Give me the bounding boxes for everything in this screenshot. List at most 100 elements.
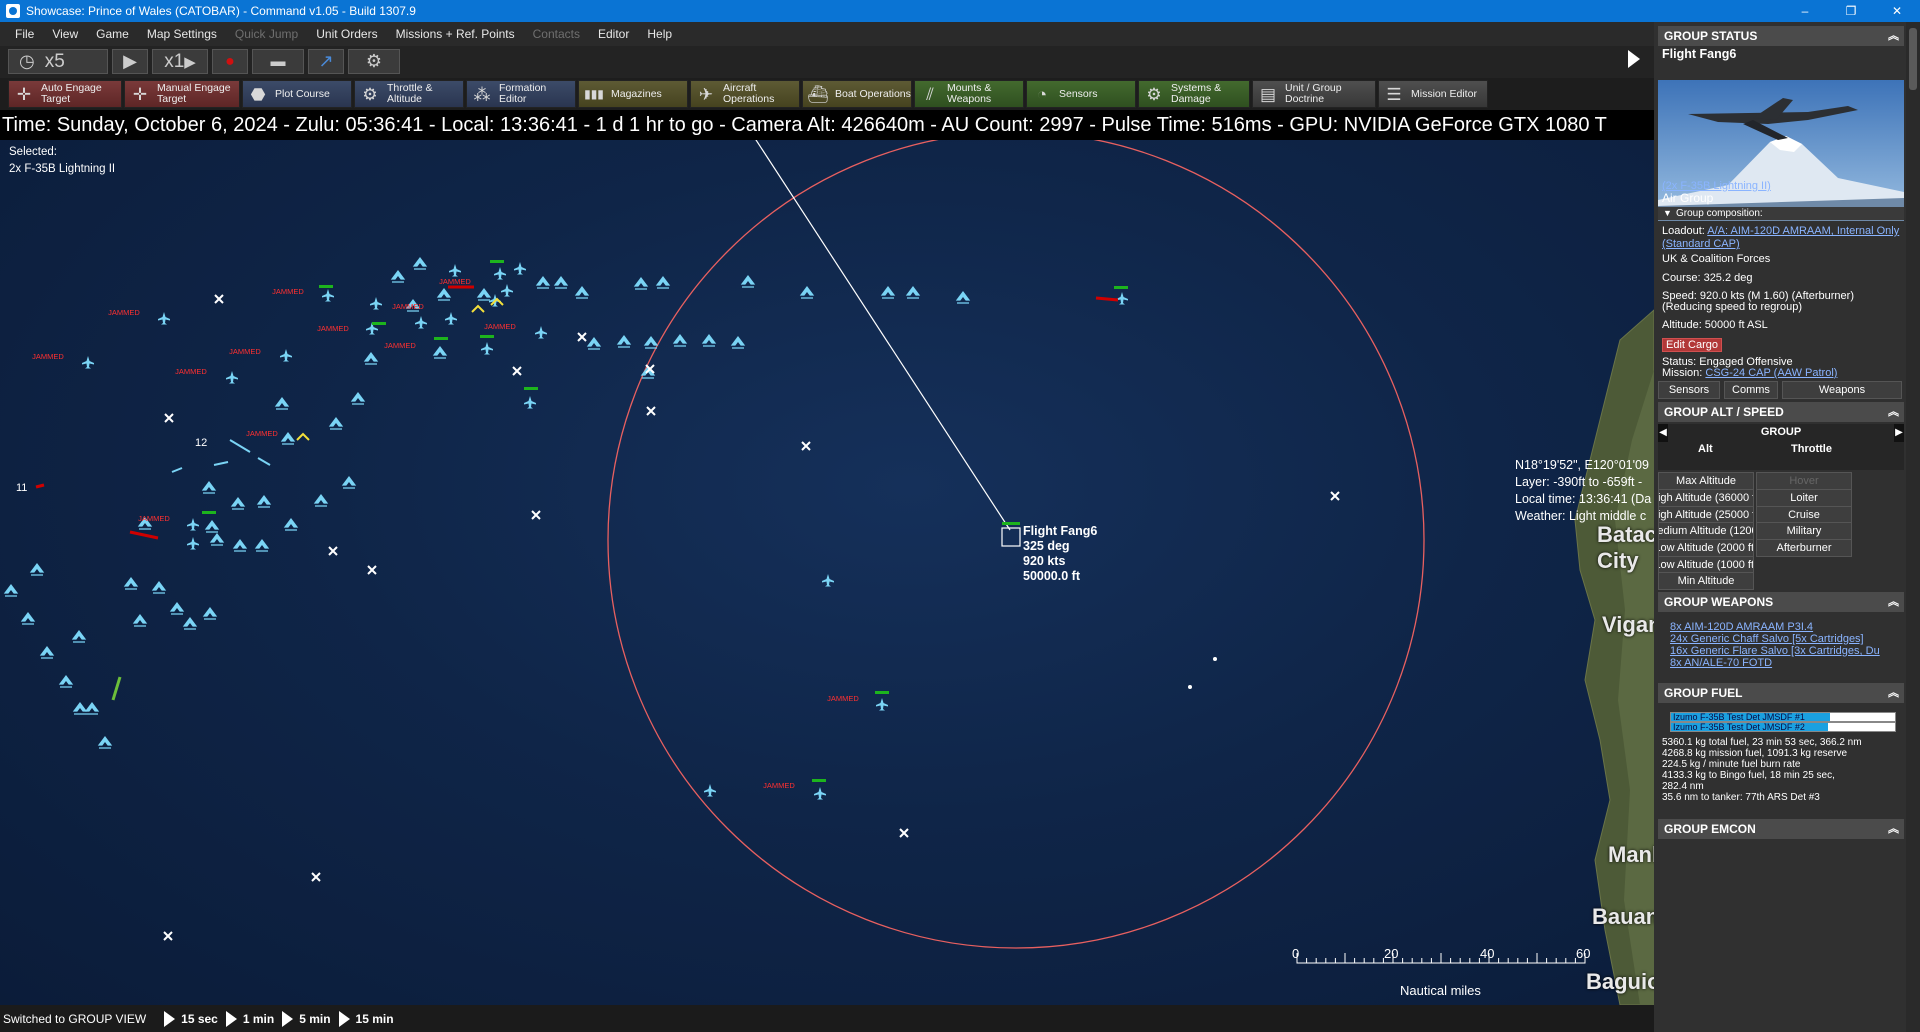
aircraft-contact-icon[interactable] [876,698,888,711]
submarine-contact-icon[interactable] [313,494,329,507]
medium-altitude-button[interactable]: Medium Altitude (12000 [1658,522,1754,540]
boat-operations-button[interactable]: ⛴ Boat Operations [802,80,912,108]
submarine-contact-icon[interactable] [328,417,344,430]
unit-status-bar[interactable] [875,691,889,694]
submarine-contact-icon[interactable] [230,497,246,510]
submarine-contact-icon[interactable] [256,495,272,508]
hostile-track[interactable] [1095,296,1119,302]
reference-point-icon[interactable] [646,406,656,416]
menu-missions[interactable]: Missions + Ref. Points [387,27,524,41]
submarine-contact-icon[interactable] [586,337,602,350]
comms-tab[interactable]: Comms [1724,381,1778,399]
submarine-contact-icon[interactable] [341,476,357,489]
menu-file[interactable]: File [6,27,43,41]
reference-point-icon[interactable] [801,441,811,451]
menu-map-settings[interactable]: Map Settings [138,27,226,41]
close-button[interactable]: ✕ [1874,0,1920,22]
play-speed-button[interactable]: x1 ▶ [152,49,208,74]
group-tab-label[interactable]: GROUP [1658,426,1904,438]
jump-button[interactable]: ↗ [308,49,344,74]
collapse-icon[interactable]: ︽ [1888,683,1899,703]
submarine-contact-icon[interactable] [412,257,428,270]
aircraft-contact-icon[interactable] [814,787,826,800]
submarine-contact-icon[interactable] [616,335,632,348]
submarine-contact-icon[interactable] [390,270,406,283]
plot-course-button[interactable]: ⬣ Plot Course [242,80,352,108]
aircraft-contact-icon[interactable] [1116,292,1128,305]
time-compression-button[interactable]: ◷ x5 [8,49,108,74]
menu-editor[interactable]: Editor [589,27,638,41]
aircraft-contact-icon[interactable] [822,574,834,587]
selected-unit-label[interactable]: Flight Fang6 325 deg 920 kts 50000.0 ft [1023,524,1097,584]
submarine-contact-icon[interactable] [123,577,139,590]
submarine-contact-icon[interactable] [799,286,815,299]
aircraft-contact-icon[interactable] [494,267,506,280]
group-status-header[interactable]: GROUP STATUS ︽ [1658,26,1904,46]
systems-damage-button[interactable]: ⚙ Systems & Damage [1138,80,1250,108]
unit-status-bar[interactable] [524,387,538,390]
aircraft-contact-icon[interactable] [322,289,334,302]
collapse-icon[interactable]: ︽ [1888,26,1899,46]
green-marker[interactable] [111,676,122,701]
doctrine-button[interactable]: ▤ Unit / Group Doctrine [1252,80,1376,108]
menu-game[interactable]: Game [87,27,138,41]
weapons-tab[interactable]: Weapons [1782,381,1902,399]
aircraft-operations-button[interactable]: ✈ Aircraft Operations [690,80,800,108]
unit-status-bar[interactable] [1114,286,1128,289]
unit-status-bar[interactable] [202,511,216,514]
formation-editor-button[interactable]: ⁂ Formation Editor [466,80,576,108]
submarine-contact-icon[interactable] [71,630,87,643]
menu-quick-jump[interactable]: Quick Jump [226,27,307,41]
submarine-contact-icon[interactable] [283,518,299,531]
submarine-contact-icon[interactable] [3,584,19,597]
record-button[interactable]: ● [212,49,248,74]
submarine-contact-icon[interactable] [432,346,448,359]
submarine-contact-icon[interactable] [655,276,671,289]
submarine-contact-icon[interactable] [182,617,198,630]
settings-button[interactable]: ⚙ [348,49,400,74]
missile-track[interactable] [257,457,271,466]
submarine-contact-icon[interactable] [643,336,659,349]
submarine-contact-icon[interactable] [169,602,185,615]
submarine-contact-icon[interactable] [29,563,45,576]
yellow-marker-icon[interactable] [296,432,310,441]
hostile-track[interactable] [35,483,45,489]
submarine-contact-icon[interactable] [363,352,379,365]
step-5-min[interactable]: 5 min [299,1012,330,1026]
group-fuel-header[interactable]: GROUP FUEL ︽ [1658,683,1904,703]
aircraft-contact-icon[interactable] [449,264,461,277]
panel-scrollbar[interactable] [1906,22,1920,1032]
submarine-contact-icon[interactable] [204,520,220,533]
submarine-contact-icon[interactable] [84,702,100,715]
auto-engage-target-button[interactable]: ✛ Auto Engage Target [8,80,122,108]
reference-point-icon[interactable] [577,332,587,342]
collapse-icon[interactable]: ︽ [1888,592,1899,612]
aircraft-contact-icon[interactable] [514,262,526,275]
manual-engage-target-button[interactable]: ✛ Manual Engage Target [124,80,240,108]
hover-button[interactable]: Hover [1756,472,1852,490]
submarine-contact-icon[interactable] [132,614,148,627]
aircraft-contact-icon[interactable] [445,312,457,325]
submarine-contact-icon[interactable] [633,277,649,290]
aircraft-contact-icon[interactable] [370,297,382,310]
menu-view[interactable]: View [43,27,87,41]
submarine-contact-icon[interactable] [905,286,921,299]
maximize-button[interactable]: ❐ [1828,0,1874,22]
aircraft-contact-icon[interactable] [226,371,238,384]
aircraft-contact-icon[interactable] [501,284,513,297]
alt-speed-header[interactable]: GROUP ALT / SPEED ︽ [1658,402,1904,422]
reference-point-icon[interactable] [311,872,321,882]
aircraft-contact-icon[interactable] [524,396,536,409]
aircraft-contact-icon[interactable] [481,342,493,355]
step-1-min[interactable]: 1 min [243,1012,274,1026]
military-button[interactable]: Military [1756,522,1852,540]
submarine-contact-icon[interactable] [672,334,688,347]
missile-track[interactable] [213,461,229,466]
aircraft-contact-icon[interactable] [415,316,427,329]
reference-point-icon[interactable] [163,931,173,941]
edit-cargo-button[interactable]: Edit Cargo [1662,338,1722,352]
collapse-panel-button[interactable] [1622,44,1646,74]
loiter-button[interactable]: Loiter [1756,489,1852,507]
unit-status-bar[interactable] [812,779,826,782]
submarine-contact-icon[interactable] [58,675,74,688]
